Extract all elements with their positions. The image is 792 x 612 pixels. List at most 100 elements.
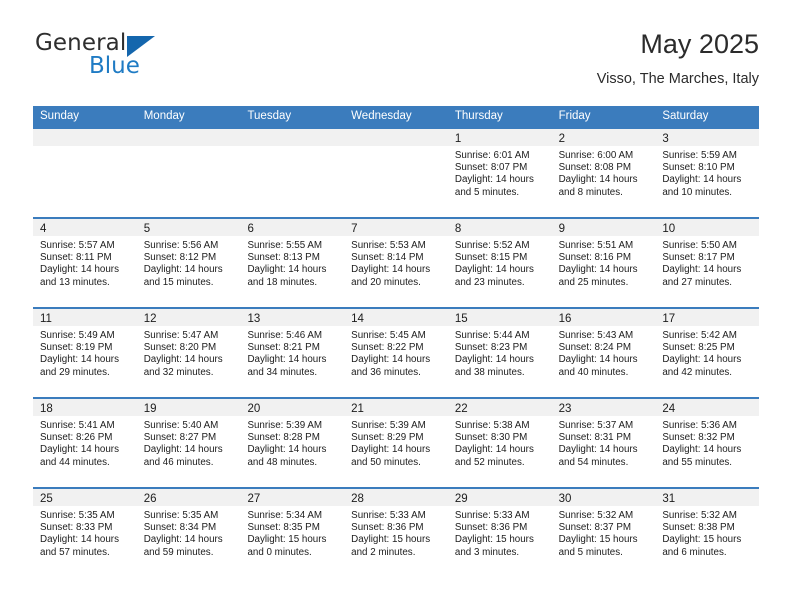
day-number: 10 [662,223,676,235]
calendar-day-cell[interactable]: 17 Sunrise: 5:42 AM Sunset: 8:25 PM Dayligh… [655,309,760,397]
daylight-text-line1: Daylight: 14 hours [662,444,742,456]
calendar-day-cell[interactable]: 11 Sunrise: 5:49 AM Sunset: 8:19 PM Dayligh… [33,309,137,397]
daylight-text-line2: and 40 minutes. [558,366,629,378]
day-number: 26 [143,493,157,505]
day-number-band: 13 [240,309,345,326]
sunrise-text: Sunrise: 5:55 AM [247,240,323,251]
calendar-day-cell[interactable]: 28 Sunrise: 5:33 AM Sunset: 8:36 PM Dayligh… [344,489,448,577]
calendar-day-cell[interactable]: 25 Sunrise: 5:35 AM Sunset: 8:33 PM Dayligh… [33,489,137,577]
calendar-day-cell[interactable]: 16 Sunrise: 5:43 AM Sunset: 8:24 PM Dayligh… [551,309,656,397]
day-number: 15 [454,313,468,325]
calendar-day-cell[interactable]: 18 Sunrise: 5:41 AM Sunset: 8:26 PM Dayligh… [33,399,137,487]
calendar-day-cell[interactable]: 30 Sunrise: 5:32 AM Sunset: 8:37 PM Dayligh… [551,489,656,577]
title-block: May 2025 Visso, The Marches, Italy [597,28,759,88]
weekday-header-sunday: Sunday [40,110,80,122]
daylight-text-line2: and 10 minutes. [662,186,733,198]
daylight-text-line2: and 50 minutes. [351,456,421,468]
calendar-day-cell[interactable]: 14 Sunrise: 5:45 AM Sunset: 8:22 PM Dayligh… [344,309,448,397]
day-number-band: 11 [33,309,137,326]
calendar-day-cell[interactable]: 20 Sunrise: 5:39 AM Sunset: 8:28 PM Dayligh… [240,399,345,487]
day-number-band: 8 [447,219,552,236]
calendar-day-cell-empty [240,129,345,217]
calendar-day-cell[interactable]: 24 Sunrise: 5:36 AM Sunset: 8:32 PM Dayligh… [655,399,760,487]
day-sun-info: Sunrise: 5:57 AM Sunset: 8:11 PM Daylight:… [33,236,137,289]
calendar-day-cell[interactable]: 10 Sunrise: 5:50 AM Sunset: 8:17 PM Dayligh… [655,219,760,307]
day-number: 30 [558,493,572,505]
sunset-text: Sunset: 8:25 PM [662,342,735,354]
sunrise-text: Sunrise: 5:46 AM [247,330,323,341]
calendar-day-cell[interactable]: 1 Sunrise: 6:01 AM Sunset: 8:07 PM Daylight… [447,129,552,217]
calendar-day-cell[interactable]: 29 Sunrise: 5:33 AM Sunset: 8:36 PM Dayligh… [447,489,552,577]
daylight-text-line2: and 29 minutes. [40,366,110,378]
day-number-band: 10 [655,219,760,236]
daylight-text-line1: Daylight: 14 hours [662,174,742,186]
day-sun-info: Sunrise: 5:39 AM Sunset: 8:29 PM Daylight:… [344,416,448,469]
sunrise-text: Sunrise: 5:39 AM [351,420,426,431]
calendar-day-cell[interactable]: 13 Sunrise: 5:46 AM Sunset: 8:21 PM Dayligh… [240,309,345,397]
sunset-text: Sunset: 8:22 PM [351,342,424,354]
sunrise-text: Sunrise: 5:59 AM [662,150,737,161]
calendar-day-cell[interactable]: 23 Sunrise: 5:37 AM Sunset: 8:31 PM Dayligh… [551,399,656,487]
daylight-text-line2: and 25 minutes. [558,276,629,288]
daylight-text-line2: and 5 minutes. [454,186,520,198]
day-sun-info: Sunrise: 5:43 AM Sunset: 8:24 PM Daylight:… [552,326,656,379]
calendar-day-cell[interactable]: 2 Sunrise: 6:00 AM Sunset: 8:08 PM Daylight… [551,129,656,217]
calendar-day-cell[interactable]: 15 Sunrise: 5:44 AM Sunset: 8:23 PM Dayligh… [447,309,552,397]
daylight-text-line1: Daylight: 14 hours [454,444,534,456]
daylight-text-line1: Daylight: 14 hours [662,354,742,366]
sunset-text: Sunset: 8:29 PM [351,432,424,444]
calendar-day-cell[interactable]: 21 Sunrise: 5:39 AM Sunset: 8:29 PM Dayligh… [344,399,448,487]
day-number: 3 [662,133,669,145]
day-number-band [240,129,345,146]
day-number: 5 [143,223,151,235]
sunrise-text: Sunrise: 5:33 AM [351,510,426,521]
day-number: 21 [351,403,364,415]
day-sun-info: Sunrise: 5:33 AM Sunset: 8:36 PM Daylight:… [448,506,552,559]
calendar-day-cell[interactable]: 12 Sunrise: 5:47 AM Sunset: 8:20 PM Dayligh… [136,309,241,397]
daylight-text-line1: Daylight: 14 hours [351,444,431,456]
calendar-day-cell[interactable]: 6 Sunrise: 5:55 AM Sunset: 8:13 PM Daylight… [240,219,345,307]
day-number: 6 [247,223,254,235]
sunset-text: Sunset: 8:21 PM [247,342,320,354]
day-sun-info: Sunrise: 5:38 AM Sunset: 8:30 PM Daylight:… [448,416,552,469]
day-number-band: 21 [344,399,448,416]
sunrise-text: Sunrise: 5:45 AM [351,330,426,341]
sunrise-text: Sunrise: 5:42 AM [662,330,737,341]
daylight-text-line2: and 8 minutes. [558,186,623,198]
day-sun-info: Sunrise: 5:53 AM Sunset: 8:14 PM Daylight:… [344,236,448,289]
brand-logo[interactable]: General Blue [33,28,253,90]
daylight-text-line1: Daylight: 14 hours [558,444,638,456]
calendar-day-cell[interactable]: 19 Sunrise: 5:40 AM Sunset: 8:27 PM Dayligh… [136,399,241,487]
calendar-day-cell[interactable]: 27 Sunrise: 5:34 AM Sunset: 8:35 PM Dayligh… [240,489,345,577]
day-sun-info: Sunrise: 5:42 AM Sunset: 8:25 PM Daylight:… [655,326,759,379]
sunrise-text: Sunrise: 5:32 AM [662,510,737,521]
sunrise-text: Sunrise: 5:32 AM [558,510,634,521]
calendar-day-cell[interactable]: 3 Sunrise: 5:59 AM Sunset: 8:10 PM Daylight… [655,129,760,217]
daylight-text-line2: and 23 minutes. [454,276,525,288]
day-number-band: 22 [447,399,552,416]
day-number-band: 14 [344,309,448,326]
calendar-day-cell[interactable]: 26 Sunrise: 5:35 AM Sunset: 8:34 PM Dayligh… [136,489,241,577]
daylight-text-line1: Daylight: 14 hours [40,534,119,546]
day-sun-info: Sunrise: 5:45 AM Sunset: 8:22 PM Daylight:… [344,326,448,379]
calendar-day-cell[interactable]: 31 Sunrise: 5:32 AM Sunset: 8:38 PM Dayligh… [655,489,760,577]
day-sun-info: Sunrise: 5:35 AM Sunset: 8:33 PM Daylight:… [33,506,137,559]
daylight-text-line1: Daylight: 14 hours [143,354,223,366]
daylight-text-line2: and 59 minutes. [143,546,214,558]
calendar-day-cell[interactable]: 22 Sunrise: 5:38 AM Sunset: 8:30 PM Dayligh… [447,399,552,487]
calendar-day-cell[interactable]: 8 Sunrise: 5:52 AM Sunset: 8:15 PM Daylight… [447,219,552,307]
daylight-text-line1: Daylight: 14 hours [454,354,534,366]
daylight-text-line2: and 34 minutes. [247,366,318,378]
calendar-day-cell[interactable]: 7 Sunrise: 5:53 AM Sunset: 8:14 PM Daylight… [344,219,448,307]
day-number-band: 31 [655,489,760,506]
calendar-day-cell[interactable]: 4 Sunrise: 5:57 AM Sunset: 8:11 PM Daylight… [33,219,137,307]
day-sun-info: Sunrise: 5:47 AM Sunset: 8:20 PM Daylight:… [137,326,241,379]
calendar-day-cell[interactable]: 5 Sunrise: 5:56 AM Sunset: 8:12 PM Daylight… [136,219,241,307]
day-number-band: 7 [344,219,448,236]
day-number: 18 [40,403,53,415]
calendar-day-cell[interactable]: 9 Sunrise: 5:51 AM Sunset: 8:16 PM Daylight… [551,219,656,307]
sunrise-text: Sunrise: 5:43 AM [558,330,634,341]
day-number-band [344,129,448,146]
day-sun-info: Sunrise: 5:32 AM Sunset: 8:37 PM Daylight:… [552,506,656,559]
daylight-text-line1: Daylight: 15 hours [662,534,742,546]
